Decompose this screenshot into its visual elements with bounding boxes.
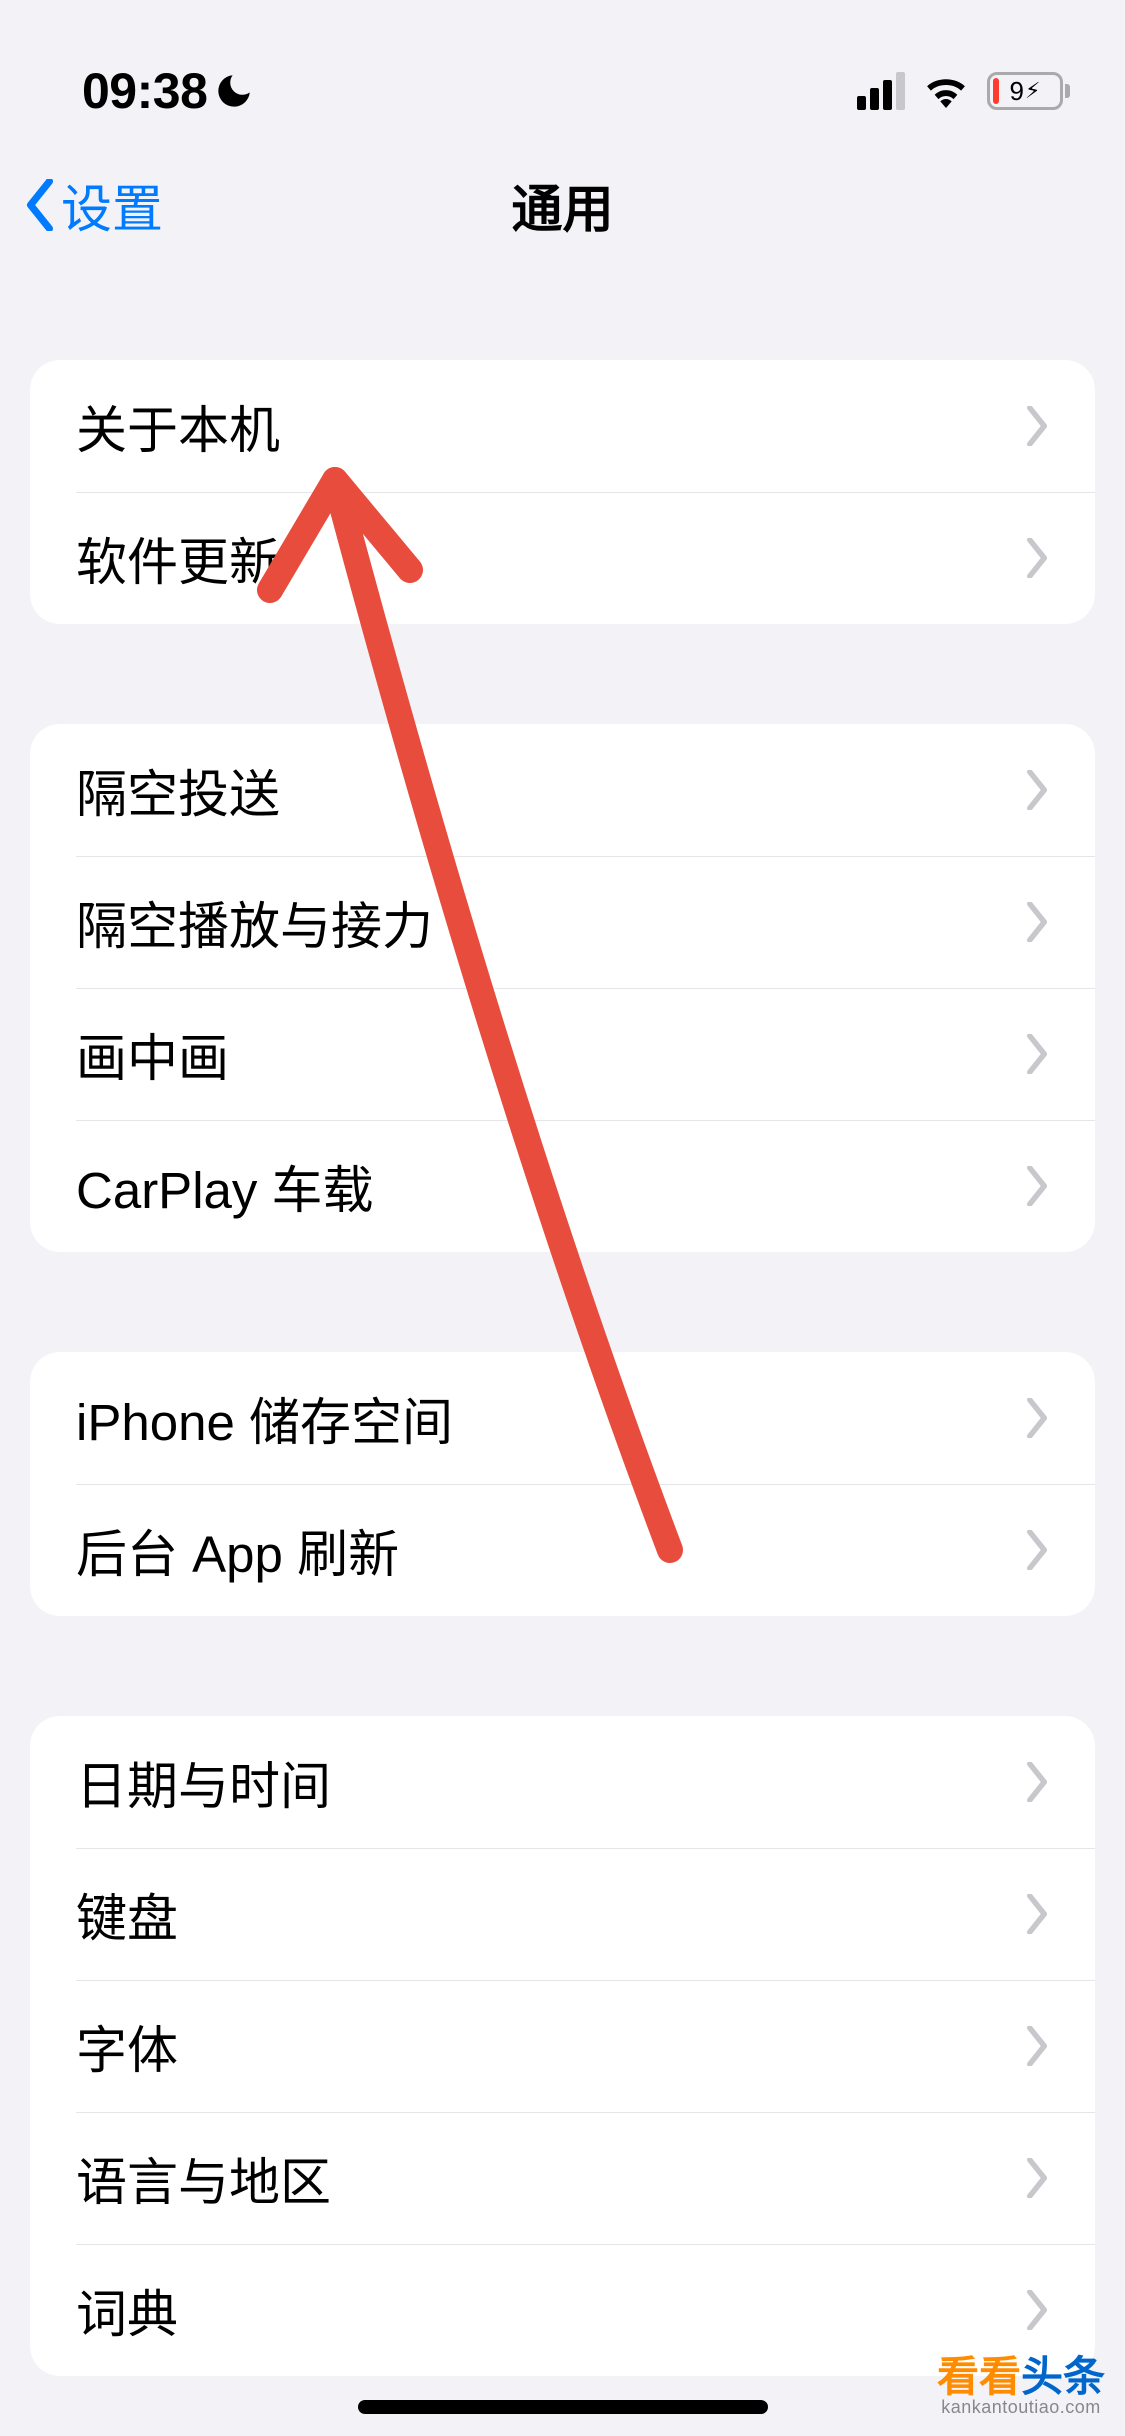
wifi-icon (923, 74, 969, 108)
chevron-right-icon (1025, 1530, 1049, 1570)
battery-indicator: 9 ⚡︎ (987, 72, 1070, 110)
row-label: 关于本机 (76, 389, 280, 463)
chevron-right-icon (1025, 1034, 1049, 1074)
home-indicator[interactable] (358, 2400, 768, 2414)
settings-group-storage: iPhone 储存空间 后台 App 刷新 (30, 1352, 1095, 1616)
cellular-signal-icon (857, 72, 905, 110)
row-label: 隔空播放与接力 (76, 885, 433, 959)
status-left: 09:38 (82, 62, 255, 120)
row-software-update[interactable]: 软件更新 (30, 492, 1095, 624)
chevron-right-icon (1025, 2026, 1049, 2066)
watermark-text-1: 看看 (937, 2353, 1021, 2400)
chevron-left-icon (25, 179, 55, 231)
settings-group-airdrop: 隔空投送 隔空播放与接力 画中画 CarPlay 车载 (30, 724, 1095, 1252)
row-picture-in-picture[interactable]: 画中画 (30, 988, 1095, 1120)
row-fonts[interactable]: 字体 (30, 1980, 1095, 2112)
row-label: 画中画 (76, 1017, 229, 1091)
chevron-right-icon (1025, 1894, 1049, 1934)
row-label: 隔空投送 (76, 753, 280, 827)
row-carplay[interactable]: CarPlay 车载 (30, 1120, 1095, 1252)
row-label: CarPlay 车载 (76, 1149, 374, 1223)
row-background-app-refresh[interactable]: 后台 App 刷新 (30, 1484, 1095, 1616)
watermark-text-2: 头条 (1021, 2353, 1105, 2400)
row-date-time[interactable]: 日期与时间 (30, 1716, 1095, 1848)
chevron-right-icon (1025, 2158, 1049, 2198)
back-button[interactable]: 设置 (25, 168, 163, 242)
row-keyboard[interactable]: 键盘 (30, 1848, 1095, 1980)
row-label: 日期与时间 (76, 1745, 331, 1819)
watermark: 看看头条 kankantoutiao.com (937, 2356, 1105, 2416)
row-label: 键盘 (76, 1877, 178, 1951)
chevron-right-icon (1025, 1166, 1049, 1206)
chevron-right-icon (1025, 1398, 1049, 1438)
status-bar: 09:38 9 ⚡︎ (0, 0, 1125, 140)
row-label: 后台 App 刷新 (76, 1513, 399, 1587)
settings-group-datetime: 日期与时间 键盘 字体 语言与地区 词典 (30, 1716, 1095, 2376)
status-right: 9 ⚡︎ (857, 72, 1070, 110)
do-not-disturb-icon (213, 70, 255, 112)
battery-percent: 9 (1010, 76, 1024, 107)
navigation-bar: 设置 通用 (0, 140, 1125, 270)
status-time: 09:38 (82, 62, 207, 120)
chevron-right-icon (1025, 770, 1049, 810)
row-label: 软件更新 (76, 521, 280, 595)
row-label: 字体 (76, 2009, 178, 2083)
charging-icon: ⚡︎ (1025, 78, 1040, 104)
chevron-right-icon (1025, 538, 1049, 578)
row-airplay-handoff[interactable]: 隔空播放与接力 (30, 856, 1095, 988)
watermark-url: kankantoutiao.com (937, 2398, 1105, 2416)
row-label: 语言与地区 (76, 2141, 331, 2215)
chevron-right-icon (1025, 902, 1049, 942)
chevron-right-icon (1025, 406, 1049, 446)
row-language-region[interactable]: 语言与地区 (30, 2112, 1095, 2244)
chevron-right-icon (1025, 2290, 1049, 2330)
chevron-right-icon (1025, 1762, 1049, 1802)
settings-group-about: 关于本机 软件更新 (30, 360, 1095, 624)
row-airdrop[interactable]: 隔空投送 (30, 724, 1095, 856)
row-about[interactable]: 关于本机 (30, 360, 1095, 492)
back-label: 设置 (61, 168, 163, 242)
row-label: 词典 (76, 2273, 178, 2347)
row-iphone-storage[interactable]: iPhone 储存空间 (30, 1352, 1095, 1484)
settings-content: 关于本机 软件更新 隔空投送 隔空播放与接力 画中画 CarPlay 车载 iP… (0, 360, 1125, 2376)
row-label: iPhone 储存空间 (76, 1381, 453, 1455)
page-title: 通用 (0, 168, 1125, 242)
row-dictionary[interactable]: 词典 (30, 2244, 1095, 2376)
